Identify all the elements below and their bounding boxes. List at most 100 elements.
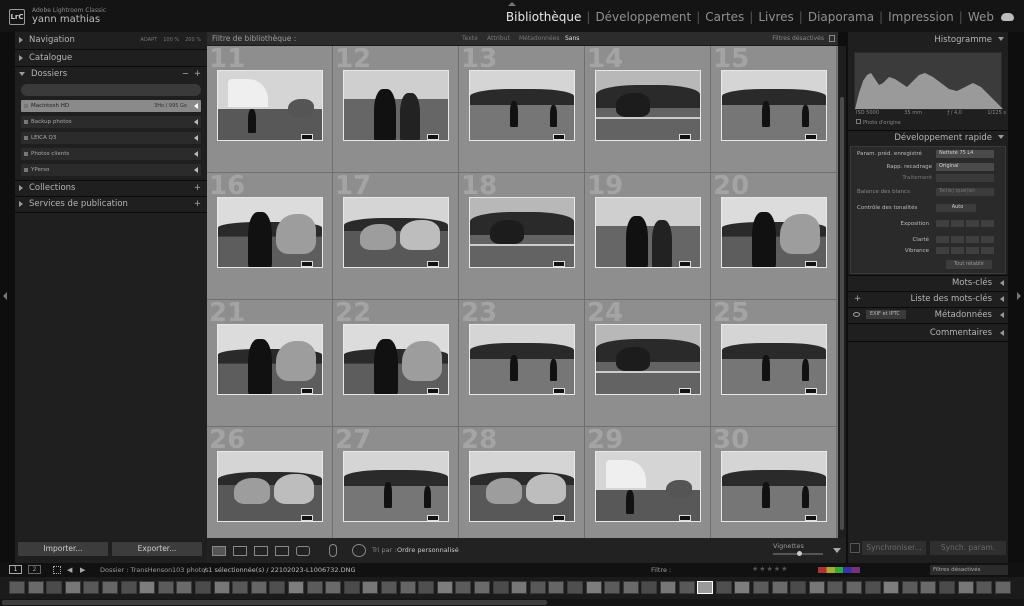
folder-expand-icon[interactable] bbox=[194, 151, 198, 157]
filmstrip-thumbnail[interactable] bbox=[604, 581, 621, 594]
photo-thumbnail[interactable] bbox=[469, 70, 575, 141]
grid-cell[interactable]: 26 bbox=[207, 425, 333, 538]
folder-expand-icon[interactable] bbox=[194, 119, 198, 125]
filmstrip-thumbnail[interactable] bbox=[120, 581, 137, 594]
navigator-zoom[interactable]: ADAPT 100 % 200 % bbox=[141, 37, 201, 43]
panel-publish-services[interactable]: Services de publication + bbox=[15, 196, 207, 212]
grid-cell[interactable]: 22 bbox=[333, 298, 459, 427]
photo-thumbnail[interactable] bbox=[469, 451, 575, 522]
exposure-increase-more[interactable] bbox=[981, 220, 994, 227]
filmstrip-thumbnail[interactable] bbox=[548, 581, 565, 594]
edit-badge-icon[interactable] bbox=[301, 515, 313, 521]
window-2-button[interactable]: 2 bbox=[28, 565, 41, 574]
grid-cell[interactable]: 27 bbox=[333, 425, 459, 538]
module-4[interactable]: Diaporama bbox=[808, 10, 874, 24]
photo-thumbnail[interactable] bbox=[595, 324, 701, 395]
photo-thumbnail[interactable] bbox=[217, 324, 323, 395]
edit-badge-icon[interactable] bbox=[553, 134, 565, 140]
edit-badge-icon[interactable] bbox=[679, 261, 691, 267]
folder-item[interactable]: Photos clients bbox=[21, 148, 201, 160]
grid-cell[interactable]: 28 bbox=[459, 425, 585, 538]
filmstrip-thumbnail[interactable] bbox=[641, 581, 658, 594]
photo-thumbnail[interactable] bbox=[721, 197, 827, 268]
photo-thumbnail[interactable] bbox=[469, 324, 575, 395]
auto-tone-button[interactable]: Auto bbox=[936, 204, 976, 212]
metadata-preset-select[interactable]: EXIF et IPTC bbox=[866, 310, 906, 319]
window-1-button[interactable]: 1 bbox=[9, 565, 22, 574]
filmstrip-thumbnail[interactable] bbox=[957, 581, 974, 594]
edit-badge-icon[interactable] bbox=[553, 388, 565, 394]
panel-collections[interactable]: Collections + bbox=[15, 180, 207, 196]
module-3[interactable]: Livres bbox=[758, 10, 793, 24]
photo-thumbnail[interactable] bbox=[217, 451, 323, 522]
grid-cell[interactable]: 21 bbox=[207, 298, 333, 427]
photo-thumbnail[interactable] bbox=[595, 197, 701, 268]
spray-can-icon[interactable] bbox=[329, 544, 337, 557]
panel-metadata[interactable]: EXIF et IPTC Métadonnées bbox=[848, 307, 1008, 323]
panel-quick-develop[interactable]: Développement rapide bbox=[848, 130, 1008, 146]
filmstrip-thumbnail[interactable] bbox=[195, 581, 211, 594]
grid-cell[interactable]: 25 bbox=[711, 298, 837, 427]
collapse-top-icon[interactable] bbox=[508, 2, 516, 6]
panel-comments[interactable]: Commentaires bbox=[848, 325, 1008, 341]
saved-preset-select[interactable]: Netteté 75 L4 bbox=[936, 150, 994, 158]
folder-search-input[interactable] bbox=[21, 84, 201, 96]
clarity-decrease[interactable] bbox=[951, 236, 964, 243]
filmstrip-thumbnail[interactable] bbox=[827, 581, 844, 594]
filmstrip-thumbnail[interactable] bbox=[771, 581, 788, 594]
photo-thumbnail[interactable] bbox=[595, 70, 701, 141]
compare-view-icon[interactable] bbox=[254, 546, 268, 556]
filmstrip-scroll-thumb[interactable] bbox=[2, 600, 547, 605]
filmstrip-thumbnail[interactable] bbox=[325, 581, 342, 594]
folder-expand-icon[interactable] bbox=[194, 103, 198, 109]
collapse-left-icon[interactable] bbox=[3, 292, 7, 300]
filmstrip-thumbnail[interactable] bbox=[46, 581, 63, 594]
filmstrip-thumbnail[interactable] bbox=[660, 581, 676, 594]
sync-toggle[interactable] bbox=[850, 543, 860, 553]
photo-thumbnail[interactable] bbox=[721, 451, 827, 522]
edit-badge-icon[interactable] bbox=[679, 388, 691, 394]
photo-thumbnail[interactable] bbox=[343, 451, 449, 522]
filter-tab-text[interactable]: Texte bbox=[462, 35, 478, 42]
photo-thumbnail[interactable] bbox=[343, 197, 449, 268]
filmstrip-thumbnail[interactable] bbox=[288, 581, 304, 594]
photo-thumbnail[interactable] bbox=[217, 70, 323, 141]
panel-navigation[interactable]: Navigation ADAPT 100 % 200 % bbox=[15, 32, 207, 48]
panel-catalogue[interactable]: Catalogue bbox=[15, 50, 207, 66]
add-folder-button[interactable]: + bbox=[194, 69, 201, 79]
filmstrip-thumbnail[interactable] bbox=[883, 581, 900, 594]
cloud-icon[interactable] bbox=[1001, 13, 1014, 21]
filmstrip-thumbnail[interactable] bbox=[511, 581, 528, 594]
photo-thumbnail[interactable] bbox=[469, 197, 575, 268]
grid-cell[interactable]: 29 bbox=[585, 425, 711, 538]
filmstrip-thumbnail[interactable] bbox=[939, 581, 955, 594]
panel-keyword-list[interactable]: + Liste des mots-clés bbox=[848, 291, 1008, 307]
sort-direction-icon[interactable] bbox=[352, 544, 366, 557]
clarity-decrease-more[interactable] bbox=[936, 236, 949, 243]
filter-status[interactable]: Filtres désactivés bbox=[772, 35, 824, 42]
grid-view-icon[interactable] bbox=[212, 546, 226, 556]
edit-badge-icon[interactable] bbox=[679, 515, 691, 521]
sync-button[interactable]: Synchroniser... bbox=[862, 541, 926, 555]
edit-badge-icon[interactable] bbox=[301, 388, 313, 394]
filmstrip-thumbnail[interactable] bbox=[362, 581, 379, 594]
photo-thumbnail[interactable] bbox=[343, 324, 449, 395]
back-icon[interactable]: ◀ bbox=[67, 566, 72, 574]
filmstrip-thumbnail[interactable] bbox=[9, 581, 25, 594]
collapse-right-icon[interactable] bbox=[1017, 292, 1021, 300]
filmstrip-thumbnail[interactable] bbox=[64, 581, 81, 594]
exposure-increase[interactable] bbox=[966, 220, 979, 227]
filmstrip-thumbnail[interactable] bbox=[920, 581, 937, 594]
filmstrip-thumbnail[interactable] bbox=[176, 581, 193, 594]
edit-badge-icon[interactable] bbox=[679, 134, 691, 140]
vibrance-increase-more[interactable] bbox=[981, 247, 994, 254]
grid-icon[interactable] bbox=[53, 566, 61, 574]
filmstrip-thumbnail[interactable] bbox=[213, 581, 230, 594]
edit-badge-icon[interactable] bbox=[553, 515, 565, 521]
exposure-decrease[interactable] bbox=[951, 220, 964, 227]
filmstrip-thumbnail[interactable] bbox=[102, 581, 118, 594]
folder-item[interactable]: LEICA Q3 bbox=[21, 132, 201, 144]
edit-badge-icon[interactable] bbox=[805, 134, 817, 140]
edit-badge-icon[interactable] bbox=[301, 261, 313, 267]
import-button[interactable]: Importer... bbox=[18, 542, 108, 556]
